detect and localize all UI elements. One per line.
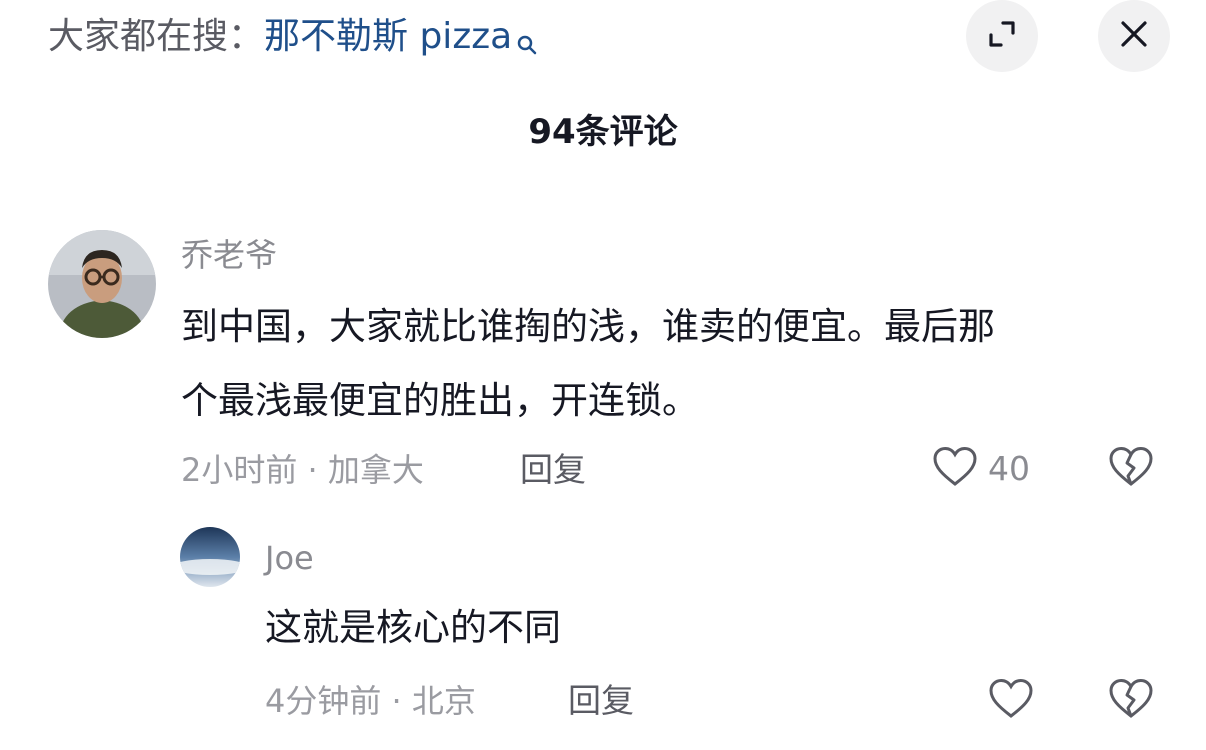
reply-text: 这就是核心的不同 — [265, 606, 561, 649]
reply-username[interactable]: Joe — [265, 536, 314, 580]
close-button[interactable] — [1098, 0, 1170, 72]
expand-icon — [987, 19, 1017, 53]
broken-heart-icon — [1108, 678, 1154, 724]
close-icon — [1119, 19, 1149, 53]
comment-username[interactable]: 乔老爷 — [181, 233, 277, 277]
comment-meta: 2小时前 · 加拿大 — [181, 451, 424, 489]
reply-button[interactable]: 回复 — [520, 448, 586, 492]
avatar[interactable] — [48, 230, 156, 338]
search-suggestion-keyword[interactable]: 那不勒斯 pizza — [264, 16, 512, 57]
reply-avatar[interactable] — [180, 527, 240, 587]
heart-icon — [988, 678, 1034, 724]
comment-text-line-1: 到中国，大家就比谁掏的浅，谁卖的便宜。最后那 — [181, 305, 995, 348]
search-suggestion-prefix: 大家都在搜： — [48, 16, 265, 57]
like-button[interactable]: 40 — [932, 446, 1030, 492]
heart-icon — [932, 446, 978, 492]
reply-meta: 4分钟前 · 北京 — [265, 682, 476, 720]
like-count: 40 — [988, 449, 1030, 488]
expand-button[interactable] — [966, 0, 1038, 72]
reply-reply-button[interactable]: 回复 — [568, 679, 634, 723]
search-suggestion: 大家都在搜：那不勒斯 pizza — [48, 12, 538, 70]
search-icon[interactable] — [516, 20, 538, 70]
comments-count-title: 94条评论 — [528, 112, 678, 152]
comment-text-line-2: 个最浅最便宜的胜出，开连锁。 — [181, 379, 699, 422]
reply-like-button[interactable] — [988, 678, 1034, 724]
dislike-button[interactable] — [1108, 446, 1154, 492]
reply-dislike-button[interactable] — [1108, 678, 1154, 724]
broken-heart-icon — [1108, 446, 1154, 492]
